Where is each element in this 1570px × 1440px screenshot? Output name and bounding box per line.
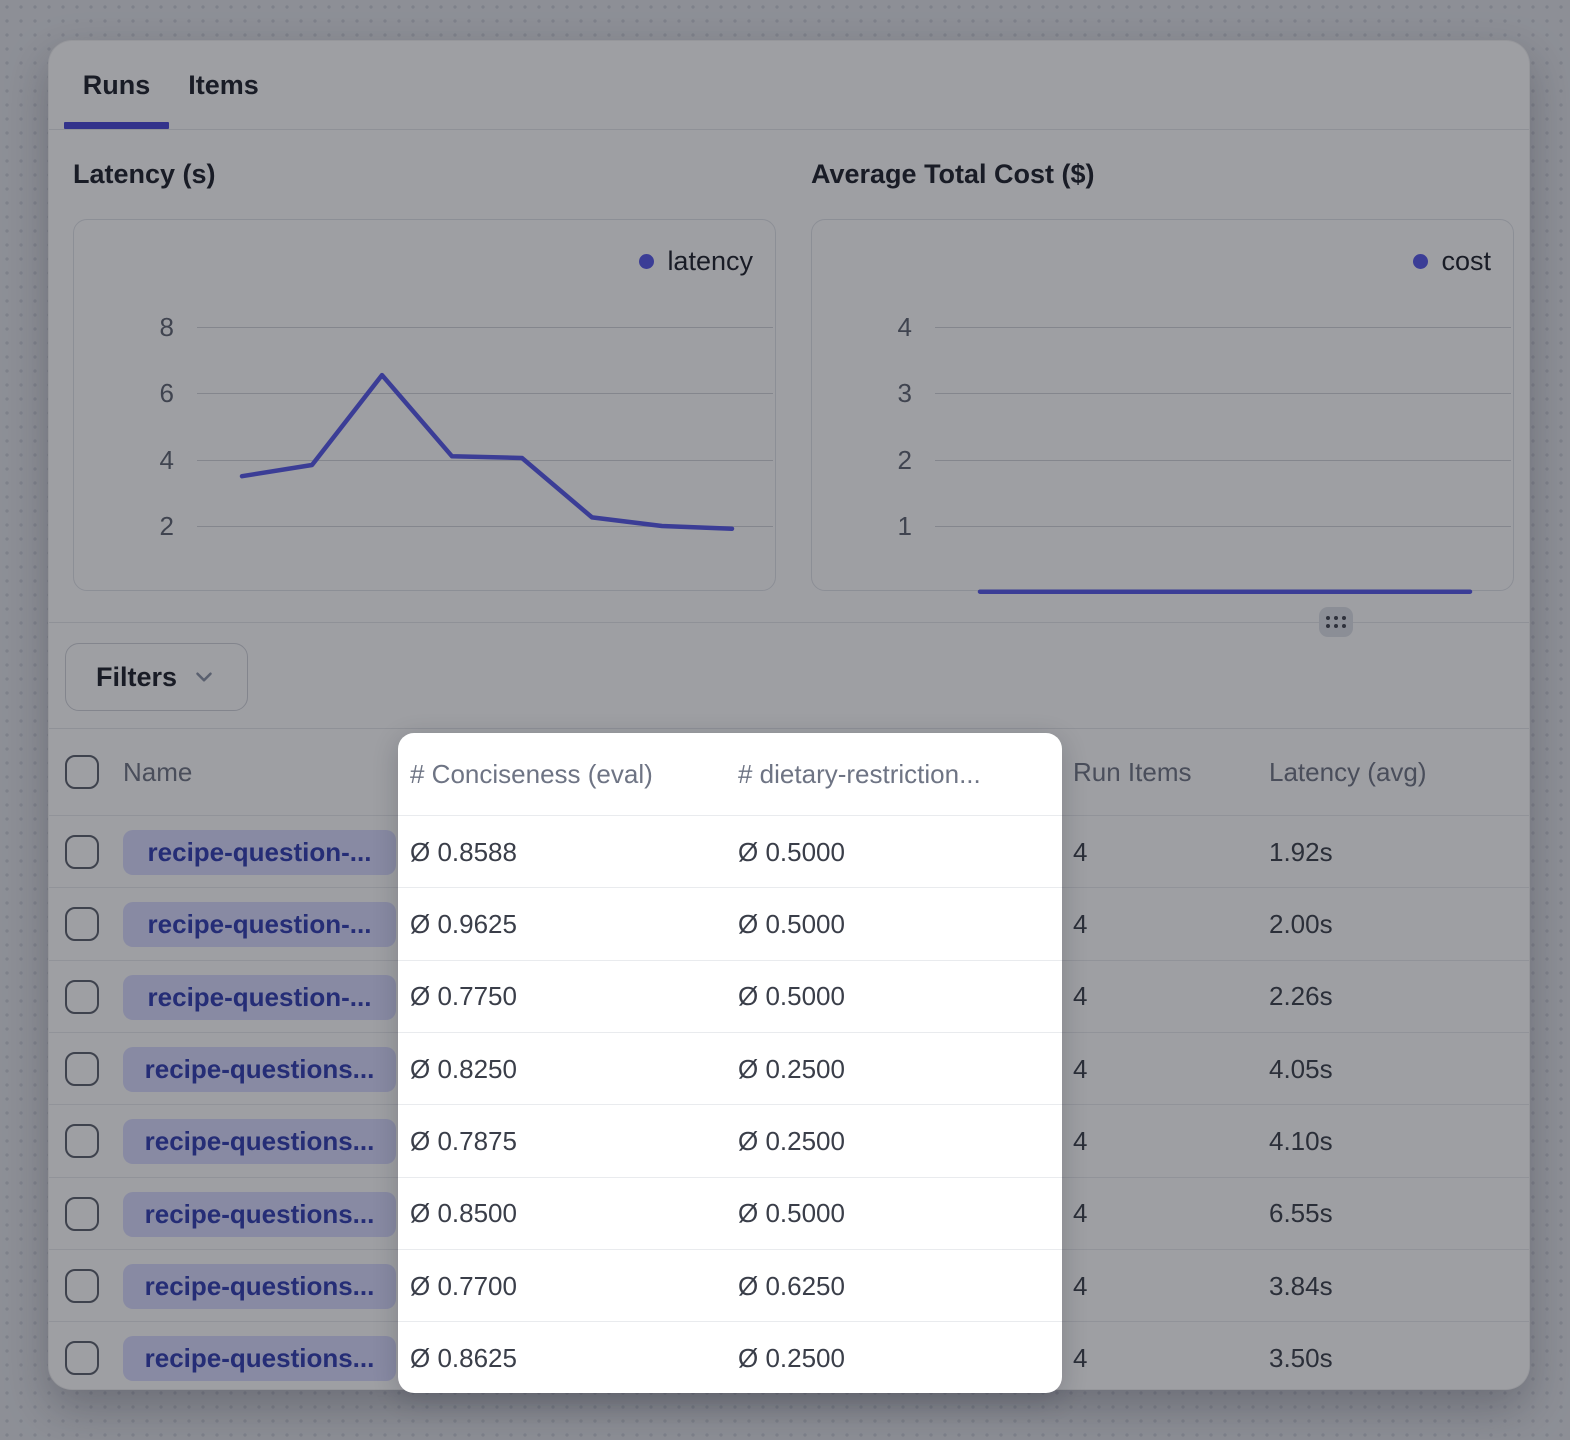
dietary-value: Ø 0.2500: [738, 1105, 845, 1177]
page-background: { "colors": { "accent": "#4745d6", "char…: [0, 0, 1570, 1440]
dietary-value: Ø 0.5000: [738, 961, 845, 1033]
conciseness-value: Ø 0.8250: [410, 1033, 517, 1105]
highlight-row: Ø 0.8625 Ø 0.2500: [398, 1321, 1062, 1393]
dietary-value: Ø 0.5000: [738, 816, 845, 888]
conciseness-value: Ø 0.7700: [410, 1250, 517, 1322]
column-header-dietary[interactable]: # dietary-restriction...: [738, 733, 981, 815]
highlight-header-row: # Conciseness (eval) # dietary-restricti…: [398, 733, 1062, 815]
dietary-value: Ø 0.6250: [738, 1250, 845, 1322]
highlight-row: Ø 0.8250 Ø 0.2500: [398, 1032, 1062, 1104]
conciseness-value: Ø 0.7875: [410, 1105, 517, 1177]
highlight-row: Ø 0.9625 Ø 0.5000: [398, 887, 1062, 959]
conciseness-value: Ø 0.8625: [410, 1322, 517, 1393]
dietary-value: Ø 0.5000: [738, 888, 845, 960]
conciseness-value: Ø 0.8500: [410, 1178, 517, 1250]
highlight-row: Ø 0.7700 Ø 0.6250: [398, 1249, 1062, 1321]
dietary-value: Ø 0.2500: [738, 1322, 845, 1393]
highlight-row: Ø 0.7875 Ø 0.2500: [398, 1104, 1062, 1176]
conciseness-value: Ø 0.9625: [410, 888, 517, 960]
conciseness-value: Ø 0.7750: [410, 961, 517, 1033]
conciseness-value: Ø 0.8588: [410, 816, 517, 888]
dietary-value: Ø 0.2500: [738, 1033, 845, 1105]
column-header-conciseness[interactable]: # Conciseness (eval): [410, 733, 653, 815]
dietary-value: Ø 0.5000: [738, 1178, 845, 1250]
highlight-row: Ø 0.7750 Ø 0.5000: [398, 960, 1062, 1032]
highlight-row: Ø 0.8500 Ø 0.5000: [398, 1177, 1062, 1249]
highlight-row: Ø 0.8588 Ø 0.5000: [398, 815, 1062, 887]
highlighted-columns-panel: # Conciseness (eval) # dietary-restricti…: [398, 733, 1062, 1393]
